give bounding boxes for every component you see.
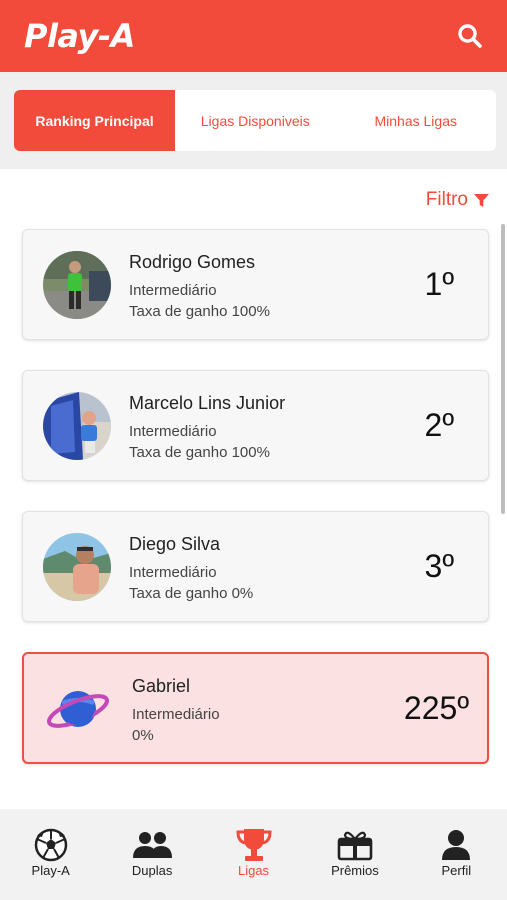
tab-bar: Ranking Principal Ligas Disponiveis Minh… xyxy=(14,90,496,151)
avatar xyxy=(43,392,111,460)
user-position: 225º xyxy=(403,690,469,726)
player-position: 2º xyxy=(424,407,454,443)
nav-label: Duplas xyxy=(131,863,173,878)
tab-ligas-disponiveis[interactable]: Ligas Disponiveis xyxy=(175,90,336,151)
scrollbar[interactable] xyxy=(501,224,505,514)
nav-play-a[interactable]: Play-A xyxy=(0,809,101,900)
current-user-card[interactable]: Gabriel Intermediário 0% 225º xyxy=(22,652,489,764)
user-win-rate: 0% xyxy=(132,727,154,744)
tabs-area: Ranking Principal Ligas Disponiveis Minh… xyxy=(0,72,507,169)
gift-icon xyxy=(337,831,373,861)
search-button[interactable] xyxy=(455,21,485,51)
user-name: Gabriel xyxy=(132,676,191,696)
player-win-rate: Taxa de ganho 100% xyxy=(129,303,270,320)
filter-button[interactable]: Filtro xyxy=(426,189,489,211)
ranking-card[interactable]: Rodrigo Gomes Intermediário Taxa de ganh… xyxy=(22,229,489,340)
users-icon xyxy=(133,832,173,858)
player-name: Diego Silva xyxy=(129,534,221,554)
ranking-card[interactable]: Marcelo Lins Junior Intermediário Taxa d… xyxy=(22,370,489,481)
nav-perfil[interactable]: Perfil xyxy=(406,809,507,900)
search-icon xyxy=(458,24,482,48)
avatar xyxy=(43,251,111,319)
user-icon xyxy=(442,830,471,860)
player-name: Rodrigo Gomes xyxy=(129,252,256,272)
user-level: Intermediário xyxy=(132,706,220,723)
tab-minhas-ligas[interactable]: Minhas Ligas xyxy=(336,90,497,151)
ranking-list-area: Filtro Rodrigo Gomes Intermediário Taxa … xyxy=(0,169,507,809)
player-win-rate: Taxa de ganho 100% xyxy=(129,444,270,461)
player-level: Intermediário xyxy=(129,423,217,440)
player-level: Intermediário xyxy=(129,564,217,581)
app-header: Play-A xyxy=(0,0,507,72)
ranking-card[interactable]: Diego Silva Intermediário Taxa de ganho … xyxy=(22,511,489,622)
player-name: Marcelo Lins Junior xyxy=(129,393,286,413)
bottom-nav: Play-A Duplas Ligas Prêmios Perfil xyxy=(0,809,507,900)
filter-icon xyxy=(474,193,489,207)
nav-label: Ligas xyxy=(237,863,270,878)
trophy-icon xyxy=(236,829,272,861)
filter-label: Filtro xyxy=(425,189,468,210)
player-position: 1º xyxy=(424,266,454,302)
nav-label: Prêmios xyxy=(331,863,379,878)
player-win-rate: Taxa de ganho 0% xyxy=(129,585,254,602)
avatar xyxy=(43,533,111,601)
nav-label: Play-A xyxy=(31,863,70,878)
player-level: Intermediário xyxy=(129,282,217,299)
nav-premios[interactable]: Prêmios xyxy=(304,809,405,900)
nav-ligas[interactable]: Ligas xyxy=(203,809,304,900)
player-position: 3º xyxy=(424,548,454,584)
app-logo: Play-A xyxy=(24,17,135,55)
nav-label: Perfil xyxy=(441,863,472,878)
tab-ranking-principal[interactable]: Ranking Principal xyxy=(14,90,175,151)
nav-duplas[interactable]: Duplas xyxy=(101,809,202,900)
soccer-ball-icon xyxy=(34,828,67,862)
planet-avatar-icon xyxy=(44,675,112,743)
